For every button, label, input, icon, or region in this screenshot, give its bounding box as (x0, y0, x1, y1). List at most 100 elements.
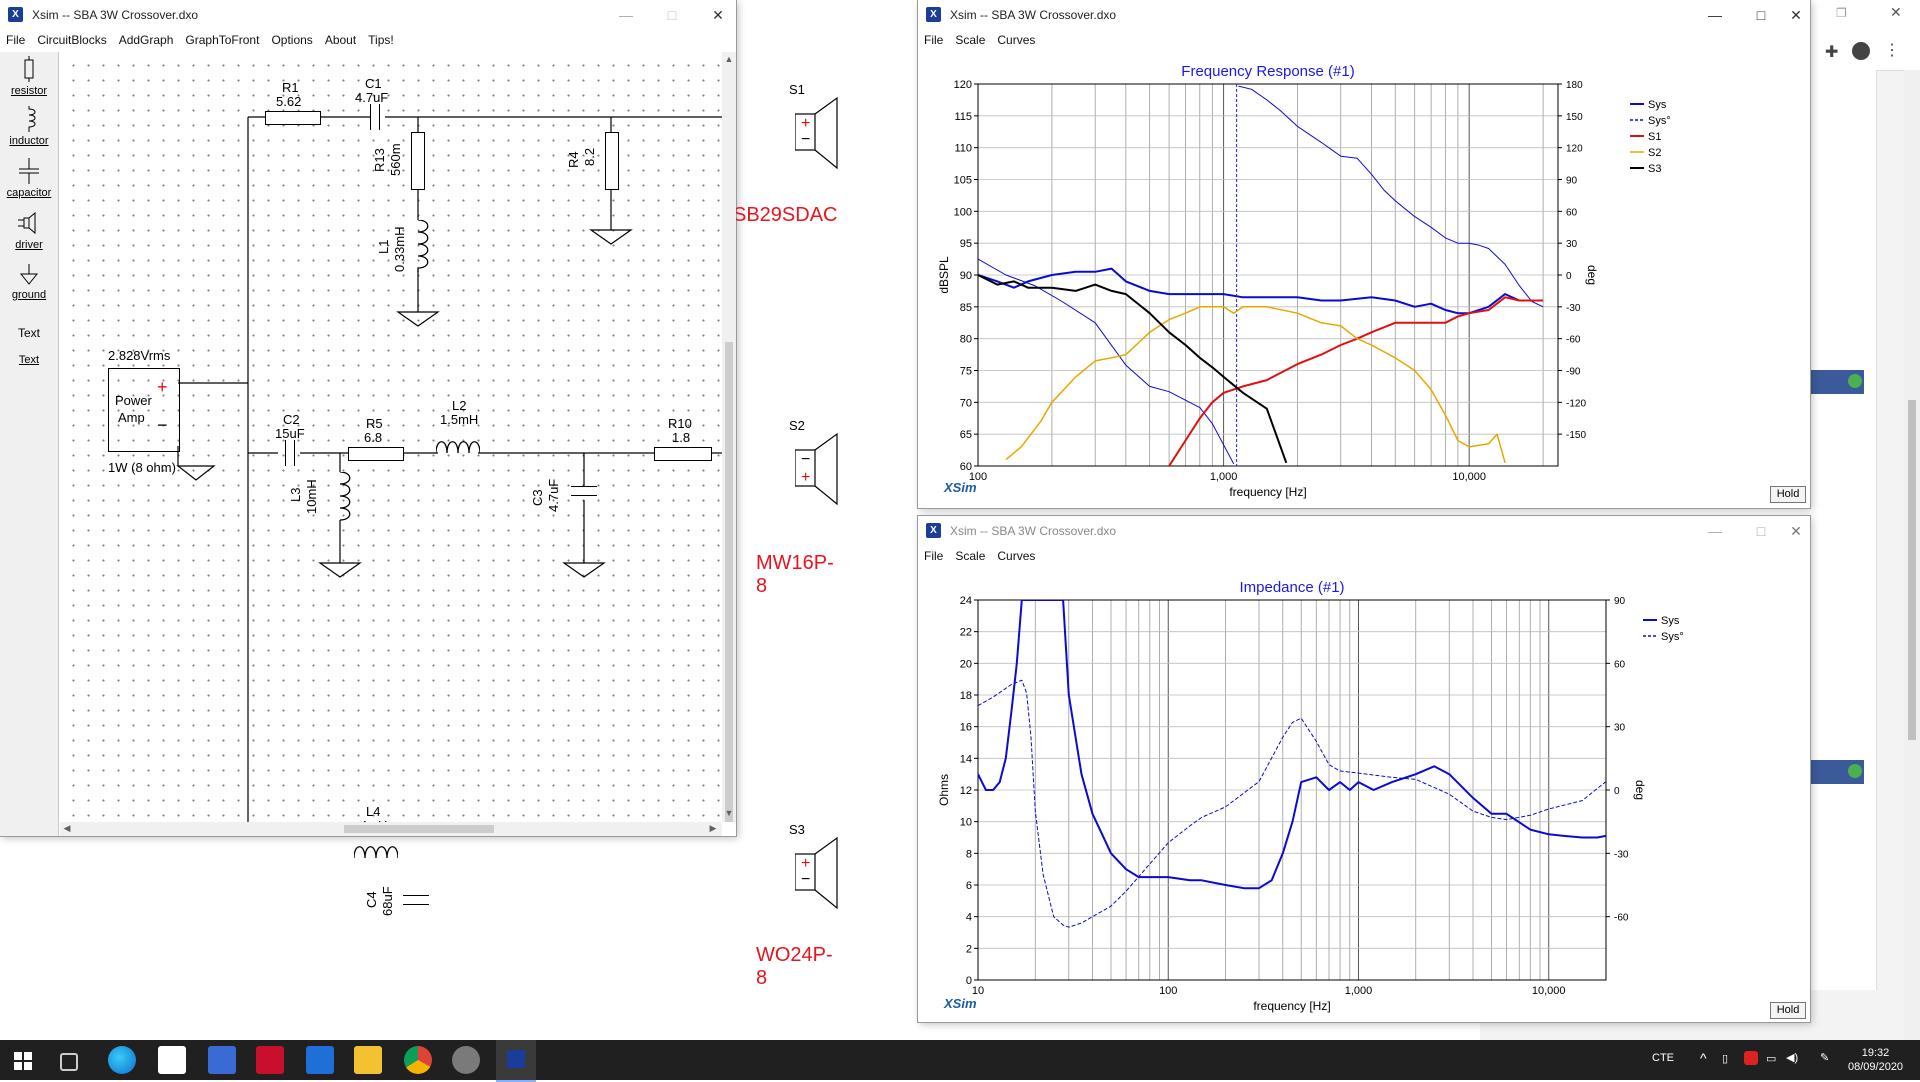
page-scrollbar (1904, 70, 1920, 1040)
x-tick-label: 100 (1159, 985, 1177, 997)
chrome-icon[interactable] (404, 1046, 432, 1074)
input-language[interactable]: CTE (1652, 1052, 1674, 1064)
y2-tick-label: 30 (1614, 723, 1626, 734)
app-icon[interactable] (452, 1046, 480, 1074)
scroll-left-arrow[interactable]: ◀ (62, 823, 72, 834)
edge-browser-icon[interactable] (108, 1046, 136, 1074)
c4-name: C4 (364, 891, 379, 908)
pen-icon[interactable]: ✎ (1820, 1051, 1829, 1064)
acrobat-icon[interactable] (256, 1046, 284, 1074)
hold-button[interactable]: Hold (1770, 486, 1806, 503)
y-tick-label: 20 (960, 658, 972, 670)
minimize-button[interactable]: — (1692, 0, 1738, 30)
task-view-icon[interactable] (60, 1053, 78, 1071)
menu-scale[interactable]: Scale (949, 546, 991, 566)
svg-text:+: + (801, 855, 810, 872)
maximize-button[interactable]: □ (1738, 0, 1784, 30)
windows-taskbar: CTE ^ ▯ ▭ ◀) ✎ 19:32 08/09/2020 (0, 1040, 1920, 1082)
start-button[interactable] (14, 1052, 32, 1070)
chevron-up-icon[interactable]: ^ (1700, 1050, 1707, 1066)
speaker-icon: +− (795, 96, 838, 170)
menu-curves[interactable]: Curves (991, 30, 1041, 50)
xsim-taskbar-icon[interactable] (496, 1040, 536, 1082)
legend-entry: Sys (1648, 99, 1667, 111)
driver-s3-name: S3 (789, 822, 805, 837)
menu-file[interactable]: File (918, 546, 949, 566)
scroll-thumb[interactable] (344, 825, 494, 833)
series-group (978, 85, 1544, 466)
close-button[interactable]: ✕ (1782, 516, 1810, 546)
speaker-icon: +− (795, 836, 838, 910)
series-s1-line (1168, 296, 1544, 466)
series-sys-line (978, 258, 1235, 465)
vertical-scrollbar[interactable]: ▲ ▼ (722, 52, 736, 822)
clock[interactable]: 19:32 08/09/2020 (1848, 1046, 1903, 1074)
driver-s3[interactable]: S3 + − (789, 822, 841, 912)
avatar (1852, 42, 1870, 60)
series-group (978, 600, 1606, 928)
y2-tick-label: -30 (1614, 849, 1629, 860)
y2-tick-label: 150 (1566, 112, 1583, 123)
scroll-thumb[interactable] (725, 342, 733, 822)
schematic-window: X Xsim -- SBA 3W Crossover.dxo — □ ✕ Fil… (0, 0, 838, 989)
driver-s2-name: S2 (789, 418, 805, 433)
y-tick-label: 95 (960, 238, 972, 250)
x-axis-label: frequency [Hz] (1229, 485, 1306, 499)
y2-tick-label: -120 (1566, 398, 1586, 409)
y2-axis-label: deg (1585, 265, 1599, 285)
menu-scale[interactable]: Scale (949, 30, 991, 50)
c4-capacitor[interactable] (403, 895, 429, 905)
title-bar[interactable]: X Xsim -- SBA 3W Crossover.dxo — □ ✕ (918, 516, 1810, 546)
scroll-right-arrow[interactable]: ▶ (708, 823, 718, 834)
y2-tick-label: 180 (1566, 80, 1583, 91)
menu-curves[interactable]: Curves (991, 546, 1041, 566)
frequency-response-chart: Frequency Response (#1) 60 65 70 75 80 85 90 95 1… (937, 63, 1671, 499)
y2-tick-label: 30 (1566, 239, 1578, 250)
y2-tick-label: 0 (1566, 271, 1572, 282)
svg-text:−: − (801, 871, 810, 888)
svg-text:−: − (801, 451, 810, 468)
svg-text:−: − (801, 131, 810, 148)
antivirus-icon (1744, 1051, 1758, 1065)
chart-title: Frequency Response (#1) (1181, 63, 1354, 80)
y-tick-label: 4 (966, 912, 972, 924)
driver-s2-model: MW16P-8 (756, 552, 834, 597)
store-icon[interactable] (158, 1046, 186, 1074)
y2-tick-label: -60 (1614, 913, 1629, 924)
maximize-button[interactable]: □ (1738, 516, 1784, 546)
driver-s2[interactable]: S2 − + (789, 418, 841, 508)
y2-tick-label: 60 (1614, 659, 1626, 670)
speaker-icon: −+ (795, 432, 838, 506)
legend-entry: S2 (1648, 147, 1661, 159)
puzzle-icon: ✚ (1825, 44, 1839, 61)
chart-title: Impedance (#1) (1239, 579, 1344, 596)
driver-s1[interactable]: S1 + − (789, 82, 841, 172)
file-explorer-icon[interactable] (354, 1046, 382, 1074)
y-axis-label: Ohms (937, 774, 951, 806)
y-tick-label: 6 (966, 880, 972, 892)
y2-tick-label: -90 (1566, 367, 1581, 378)
close-button[interactable]: ✕ (1782, 0, 1810, 30)
menu-file[interactable]: File (918, 30, 949, 50)
minimize-button[interactable]: — (1692, 516, 1738, 546)
y-tick-label: 16 (960, 722, 972, 734)
scroll-down-arrow[interactable]: ▼ (722, 808, 736, 818)
y-tick-label: 115 (954, 111, 972, 123)
y-axis-label: dBSPL (937, 256, 951, 294)
y-tick-label: 100 (954, 206, 972, 218)
hold-button[interactable]: Hold (1770, 1002, 1806, 1019)
scroll-up-arrow[interactable]: ▲ (722, 54, 736, 64)
y2-tick-label: 60 (1566, 207, 1578, 218)
title-bar[interactable]: X Xsim -- SBA 3W Crossover.dxo — □ ✕ (918, 0, 1810, 30)
app-icon[interactable] (306, 1046, 334, 1074)
calculator-icon[interactable] (208, 1046, 236, 1074)
l4-inductor[interactable] (354, 835, 398, 861)
windows-logo-icon (14, 1052, 32, 1070)
xsim-app-icon: X (926, 523, 941, 538)
window-title: Xsim -- SBA 3W Crossover.dxo (950, 8, 1117, 22)
xsim-app-icon: X (926, 7, 941, 22)
x-tick-label: 1,000 (1210, 471, 1238, 483)
volume-icon[interactable]: ◀) (1786, 1051, 1798, 1064)
restore-icon: ❐ (1836, 6, 1847, 20)
horizontal-scrollbar[interactable]: ◀ ▶ (60, 822, 722, 836)
